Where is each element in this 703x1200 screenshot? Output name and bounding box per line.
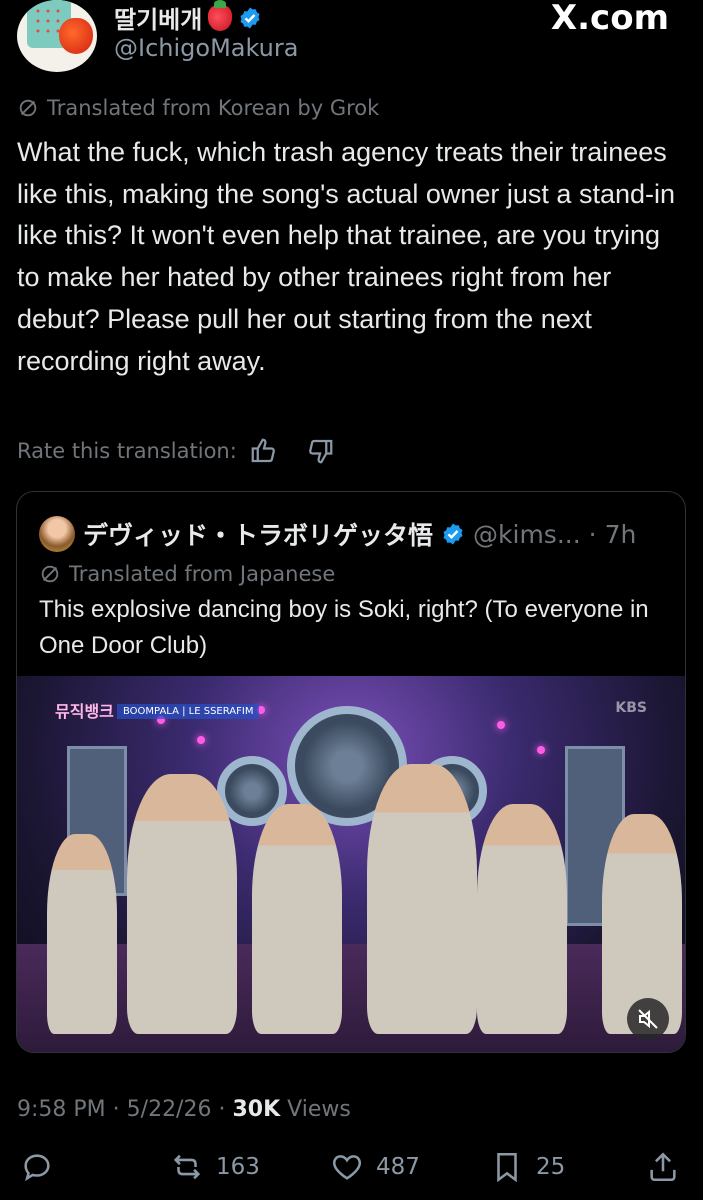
meta-separator: ·	[218, 1097, 233, 1122]
show-logo: 뮤직뱅크	[55, 702, 114, 721]
display-name-text: 딸기베개	[114, 6, 203, 34]
bookmark-count: 25	[536, 1154, 566, 1180]
stage-light	[537, 746, 545, 754]
quoted-handle[interactable]: @kims...	[473, 520, 581, 549]
stage-light	[497, 721, 505, 729]
thumbs-down-icon[interactable]	[305, 436, 335, 466]
dancer	[367, 764, 477, 1034]
dancer	[477, 804, 567, 1034]
tweet-time[interactable]: 9:58 PM	[17, 1097, 106, 1122]
translate-icon	[19, 99, 37, 117]
tweet-text: What the fuck, which trash agency treats…	[17, 137, 675, 376]
repost-count: 163	[216, 1154, 260, 1180]
mute-button[interactable]	[627, 998, 669, 1040]
share-icon	[650, 1152, 676, 1182]
rate-translation: Rate this translation:	[17, 436, 335, 466]
verified-badge-icon	[240, 7, 260, 28]
views-count: 30K	[232, 1097, 281, 1122]
dancer	[127, 774, 237, 1034]
quoted-translated-label: Translated from Japanese	[39, 562, 335, 586]
meta-separator: ·	[112, 1097, 127, 1122]
quoted-tweet[interactable]: デヴィッド・トラボリゲッタ悟 @kims... · 7h Translated …	[16, 491, 686, 1053]
repost-icon	[173, 1154, 201, 1180]
tweet-meta: 9:58 PM · 5/22/26 · 30K Views	[17, 1097, 351, 1122]
bookmark-button[interactable]: 25	[490, 1150, 565, 1184]
mute-icon	[638, 1009, 658, 1029]
quoted-avatar[interactable]	[39, 516, 75, 552]
song-ticker: BOOMPALA | LE SSERAFIM	[117, 704, 260, 719]
stage-light	[197, 736, 205, 744]
verified-badge-icon	[443, 523, 463, 545]
translated-label-text: Translated from Korean by Grok	[47, 96, 380, 120]
stage-floor	[17, 944, 685, 1052]
tweet-header: 딸기베개 @IchigoMakura X.com	[0, 0, 703, 80]
reply-button[interactable]	[20, 1150, 54, 1184]
repost-button[interactable]: 163	[170, 1150, 260, 1184]
dancer	[47, 834, 117, 1034]
views-label: Views	[287, 1097, 351, 1122]
quoted-tweet-header: デヴィッド・トラボリゲッタ悟 @kims... · 7h	[39, 516, 636, 552]
avatar[interactable]	[17, 0, 97, 72]
quoted-video[interactable]: 뮤직뱅크 BOOMPALA | LE SSERAFIM KBS	[17, 676, 685, 1052]
quoted-tweet-text: This explosive dancing boy is Soki, righ…	[39, 596, 649, 659]
like-button[interactable]: 487	[330, 1150, 420, 1184]
xcom-watermark: X.com	[550, 0, 669, 38]
handle[interactable]: @IchigoMakura	[114, 34, 298, 62]
share-button[interactable]	[646, 1150, 680, 1184]
bookmark-icon	[497, 1152, 517, 1183]
rate-translation-label: Rate this translation:	[17, 439, 237, 463]
strawberry-emoji-icon	[208, 0, 233, 31]
quoted-translated-label-text: Translated from Japanese	[69, 562, 336, 586]
dancer	[252, 804, 342, 1034]
broadcaster-watermark: KBS	[615, 700, 647, 716]
like-count: 487	[376, 1154, 420, 1180]
avatar-strawberry-graphic	[59, 18, 93, 54]
reply-icon	[24, 1154, 50, 1182]
display-name[interactable]: 딸기베개	[114, 0, 262, 35]
quoted-display-name[interactable]: デヴィッド・トラボリゲッタ悟	[83, 516, 433, 552]
translated-label: Translated from Korean by Grok	[17, 96, 379, 120]
thumbs-up-icon[interactable]	[249, 436, 279, 466]
action-bar: 163 487 25	[0, 1150, 703, 1194]
heart-icon	[332, 1155, 362, 1180]
quoted-time: · 7h	[588, 519, 637, 549]
tweet-date[interactable]: 5/22/26	[127, 1097, 212, 1122]
translate-icon	[41, 565, 59, 583]
